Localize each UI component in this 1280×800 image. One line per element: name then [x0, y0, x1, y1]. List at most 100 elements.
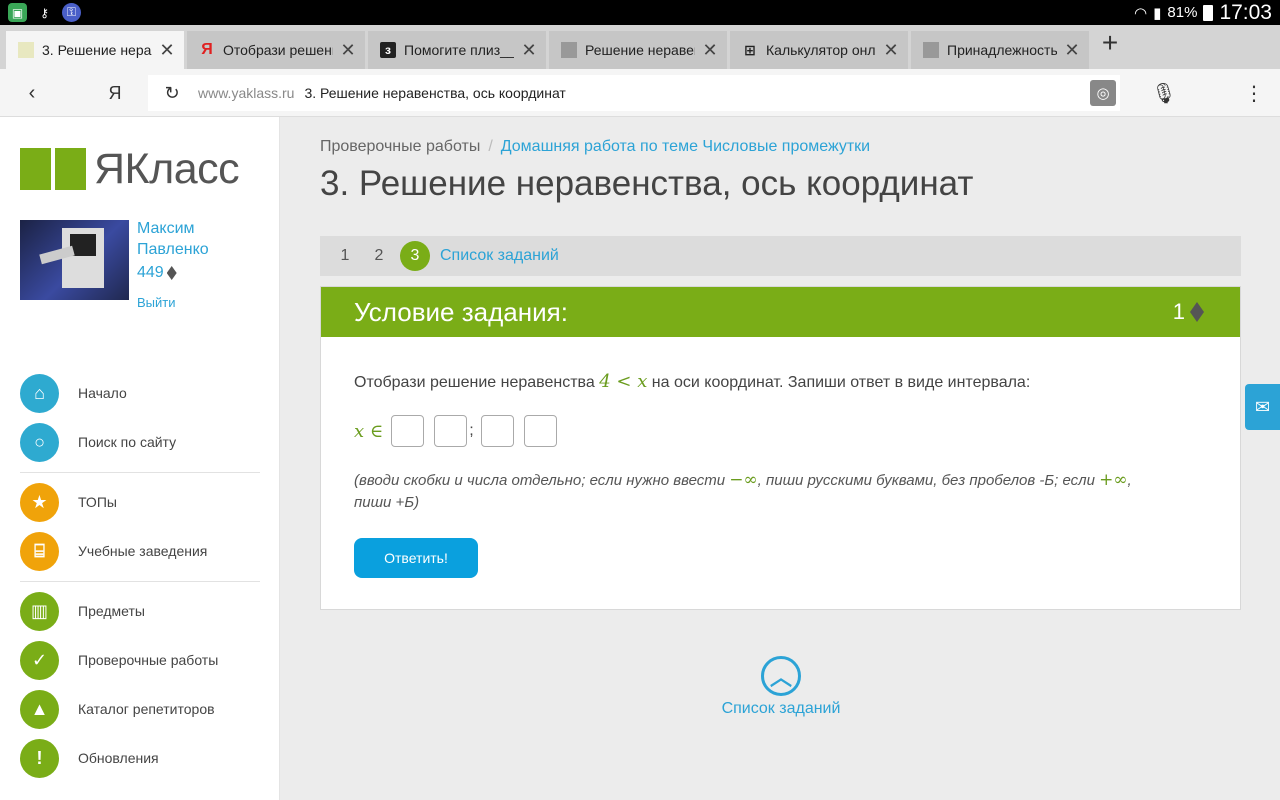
avatar[interactable]: [20, 220, 129, 300]
mail-icon[interactable]: ✉: [1245, 384, 1280, 430]
user-name[interactable]: Максим Павленко: [137, 218, 237, 260]
tab-3[interactable]: з Помогите плиз__ ✕: [368, 31, 546, 69]
nav-schools[interactable]: ⌸ Учебные заведения: [20, 531, 260, 571]
school-icon: ⌸: [20, 531, 59, 571]
left-number-input[interactable]: [434, 415, 468, 447]
close-icon[interactable]: ✕: [520, 40, 538, 61]
nav-tops[interactable]: ★ ТОПы: [20, 482, 260, 522]
wifi-icon: ◠: [1134, 4, 1148, 22]
gem-icon: [166, 266, 177, 280]
nav-label: ТОПы: [78, 494, 117, 510]
submit-button[interactable]: Ответить!: [354, 538, 478, 578]
app-icon: ▣: [8, 3, 27, 22]
gem-icon: [1190, 302, 1204, 322]
new-tab-button[interactable]: +: [1097, 29, 1123, 57]
bottom-task-list-label: Список заданий: [721, 700, 841, 717]
tab-2[interactable]: Я Отобрази решени ✕: [187, 31, 365, 69]
nav-divider: [20, 581, 260, 582]
chevron-up-icon: ︿: [761, 656, 801, 696]
user-points[interactable]: 449: [137, 264, 177, 282]
task-steps: 1 2 3 Список заданий: [320, 236, 1241, 276]
exclamation-icon: !: [20, 738, 59, 778]
right-number-input[interactable]: [481, 415, 515, 447]
home-icon: ⌂: [20, 373, 59, 413]
calc-favicon: ⊞: [744, 41, 756, 58]
nav-divider: [20, 472, 260, 473]
yaklass-logo[interactable]: ЯКласс: [20, 145, 240, 194]
url-page-title: 3. Решение неравенства, ось координат: [304, 85, 566, 101]
tab-4[interactable]: Решение неравен ✕: [549, 31, 727, 69]
yandex-button[interactable]: Я: [101, 79, 129, 107]
close-icon[interactable]: ✕: [701, 40, 719, 61]
tab-6[interactable]: Принадлежность ✕: [911, 31, 1089, 69]
yaklass-favicon: [18, 42, 34, 58]
tab-label: Отобрази решени: [223, 42, 333, 58]
points-value: 1: [1172, 299, 1185, 324]
address-bar[interactable]: ↻ www.yaklass.ru 3. Решение неравенства,…: [148, 75, 1120, 111]
step-2[interactable]: 2: [362, 247, 396, 265]
answer-row: x ∈ ;: [354, 415, 567, 447]
book-logo-icon: [20, 147, 86, 192]
tab-1[interactable]: 3. Решение нерав ✕: [6, 31, 184, 69]
task-panel: Условие задания: 1 Отобрази решение нера…: [320, 286, 1241, 610]
nav-tests[interactable]: ✓ Проверочные работы: [20, 640, 260, 680]
nav-label: Обновления: [78, 750, 159, 766]
left-bracket-input[interactable]: [391, 415, 425, 447]
nav-label: Поиск по сайту: [78, 434, 177, 450]
tab-5[interactable]: ⊞ Калькулятор онл ✕: [730, 31, 908, 69]
gray-favicon: [923, 42, 939, 58]
globe-icon[interactable]: ◎: [1090, 80, 1116, 106]
close-icon[interactable]: ✕: [1063, 40, 1081, 61]
breadcrumb-link[interactable]: Домашняя работа по теме Числовые промежу…: [501, 138, 870, 155]
book-icon: ▥: [20, 591, 59, 631]
bottom-task-list[interactable]: ︿ Список заданий: [718, 656, 844, 718]
key-icon: ⚷: [40, 5, 49, 20]
nav-label: Учебные заведения: [78, 543, 208, 559]
tab-label: Принадлежность: [947, 42, 1057, 58]
nav-tutors[interactable]: ▲ Каталог репетиторов: [20, 689, 260, 729]
nav-subjects[interactable]: ▥ Предметы: [20, 591, 260, 631]
hint-text: (вводи скобки и числа отдельно; если нуж…: [354, 470, 1132, 511]
check-icon: ✓: [20, 640, 59, 680]
close-icon[interactable]: ✕: [339, 40, 357, 61]
sidebar: ЯКласс Максим Павленко 449 Выйти ⌂ Начал…: [0, 117, 280, 800]
task-list-link[interactable]: Список заданий: [440, 247, 559, 265]
inequality: 4 < x: [599, 371, 648, 392]
battery-icon: [1203, 4, 1214, 21]
nav-updates[interactable]: ! Обновления: [20, 738, 260, 778]
question-text: Отобрази решение неравенства 4 < x на ос…: [354, 371, 1031, 392]
battery-percent: 81%: [1167, 4, 1198, 21]
tab-label: 3. Решение нерав: [42, 42, 152, 58]
search-icon: ○: [20, 422, 59, 462]
step-3-current[interactable]: 3: [400, 241, 430, 271]
clock: 17:03: [1219, 1, 1272, 24]
close-icon[interactable]: ✕: [158, 40, 176, 61]
yandex-favicon: Я: [201, 41, 213, 58]
task-points: 1: [1173, 299, 1204, 325]
back-button[interactable]: ‹: [18, 79, 46, 107]
panel-title: Условие задания:: [354, 296, 568, 327]
gray-favicon: [561, 42, 577, 58]
microphone-icon[interactable]: 🎙: [1150, 79, 1178, 107]
breadcrumb: Проверочные работы / Домашняя работа по те…: [320, 138, 871, 155]
menu-icon[interactable]: ⋮: [1240, 79, 1268, 107]
breadcrumb-root[interactable]: Проверочные работы: [320, 138, 480, 155]
star-icon: ★: [20, 482, 59, 522]
tab-bar: 3. Решение нерав ✕ Я Отобрази решени ✕ з…: [0, 25, 1280, 69]
browser-toolbar: ‹ Я ↻ www.yaklass.ru 3. Решение неравенс…: [0, 69, 1280, 117]
nav-label: Проверочные работы: [78, 652, 219, 668]
close-icon[interactable]: ✕: [882, 40, 900, 61]
logout-link[interactable]: Выйти: [137, 295, 176, 310]
panel-header: Условие задания: 1: [321, 287, 1240, 337]
nav-home[interactable]: ⌂ Начало: [20, 373, 260, 413]
status-bar: ▣ ⚷ ⚿ ◠ ▮ 81% 17:03: [0, 0, 1280, 25]
logo-text: ЯКласс: [94, 145, 240, 193]
graduation-cap-icon: ▲: [20, 689, 59, 729]
answer-prefix: x ∈: [354, 420, 384, 442]
right-bracket-input[interactable]: [524, 415, 558, 447]
step-1[interactable]: 1: [328, 247, 362, 265]
page-title: 3. Решение неравенства, ось координат: [320, 164, 974, 203]
reload-icon[interactable]: ↻: [148, 83, 196, 104]
tab-label: Решение неравен: [585, 42, 695, 58]
nav-search[interactable]: ○ Поиск по сайту: [20, 422, 260, 462]
